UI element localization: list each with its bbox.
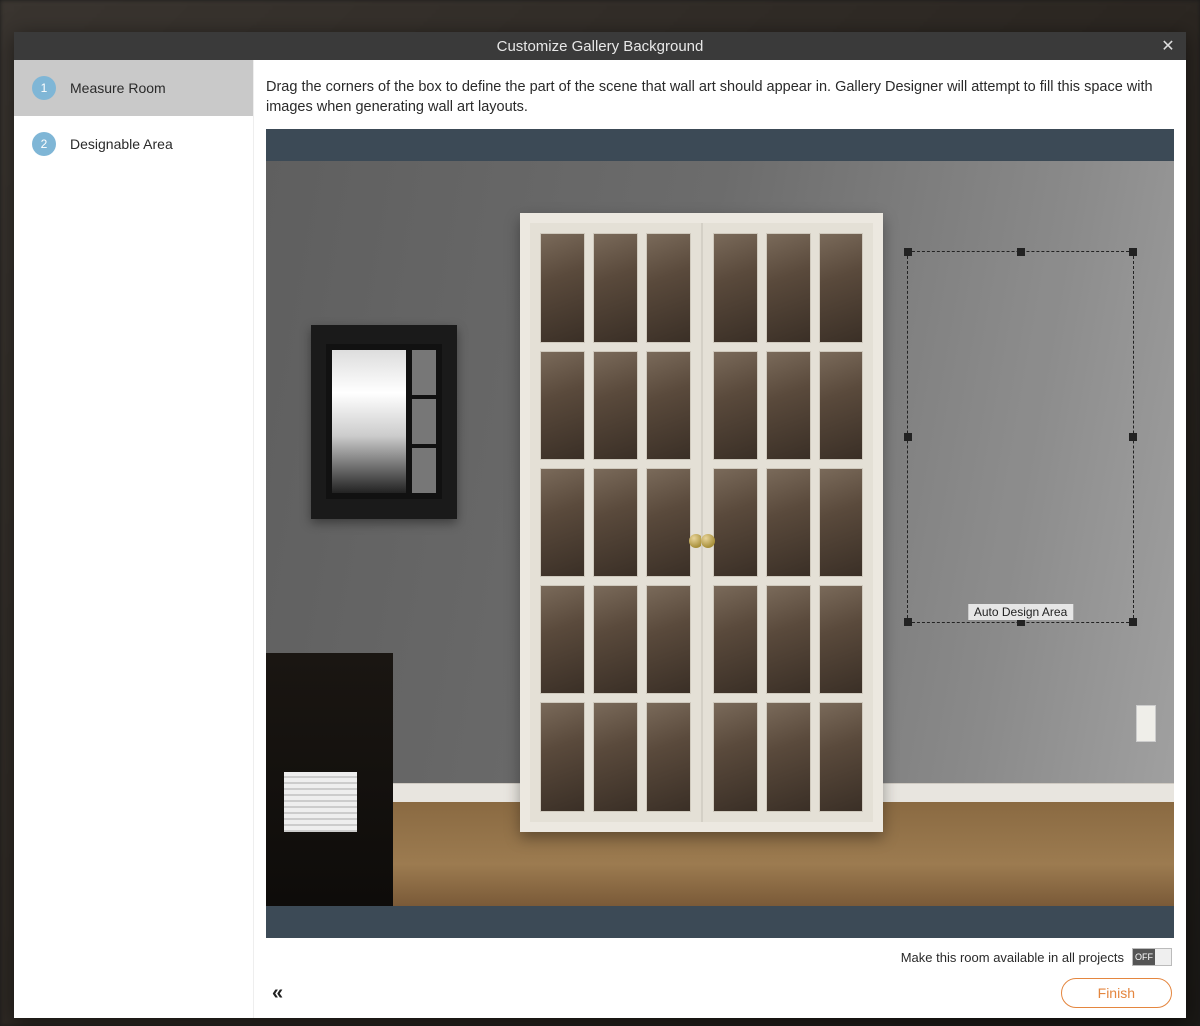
step-label: Designable Area xyxy=(70,136,173,152)
room-photo[interactable]: Auto Design Area xyxy=(266,161,1174,906)
selection-label: Auto Design Area xyxy=(968,604,1073,620)
design-area-selection[interactable]: Auto Design Area xyxy=(907,251,1134,623)
share-room-label: Make this room available in all projects xyxy=(901,950,1124,965)
resize-handle-l[interactable] xyxy=(904,433,912,441)
modal-title: Customize Gallery Background xyxy=(497,38,704,55)
resize-handle-tr[interactable] xyxy=(1129,248,1137,256)
wizard-sidebar: 1 Measure Room 2 Designable Area xyxy=(14,60,254,1018)
resize-handle-r[interactable] xyxy=(1129,433,1137,441)
resize-handle-bl[interactable] xyxy=(904,618,912,626)
modal-body: 1 Measure Room 2 Designable Area Drag th… xyxy=(14,60,1186,1018)
room-canvas-frame: Auto Design Area xyxy=(266,129,1174,938)
resize-handle-br[interactable] xyxy=(1129,618,1137,626)
customize-gallery-modal: Customize Gallery Background ✕ 1 Measure… xyxy=(14,32,1186,1018)
step-number: 1 xyxy=(32,76,56,100)
chevron-double-left-icon: « xyxy=(272,982,283,1004)
wall-picture-frame xyxy=(311,325,456,519)
step-designable-area[interactable]: 2 Designable Area xyxy=(14,116,253,172)
french-doors xyxy=(520,213,883,831)
book-stack xyxy=(284,772,357,832)
instructions-text: Drag the corners of the box to define th… xyxy=(254,60,1186,129)
step-measure-room[interactable]: 1 Measure Room xyxy=(14,60,253,116)
toggle-state: OFF xyxy=(1133,949,1155,965)
wizard-footer: Make this room available in all projects… xyxy=(254,938,1186,1018)
back-button[interactable]: « xyxy=(268,980,287,1007)
step-number: 2 xyxy=(32,132,56,156)
close-icon[interactable]: ✕ xyxy=(1156,34,1180,58)
wizard-main: Drag the corners of the box to define th… xyxy=(254,60,1186,1018)
resize-handle-t[interactable] xyxy=(1017,248,1025,256)
step-label: Measure Room xyxy=(70,80,166,96)
wall-outlet xyxy=(1136,705,1156,742)
finish-button[interactable]: Finish xyxy=(1061,978,1172,1008)
modal-titlebar: Customize Gallery Background ✕ xyxy=(14,32,1186,60)
share-room-toggle[interactable]: OFF xyxy=(1132,948,1172,966)
resize-handle-tl[interactable] xyxy=(904,248,912,256)
